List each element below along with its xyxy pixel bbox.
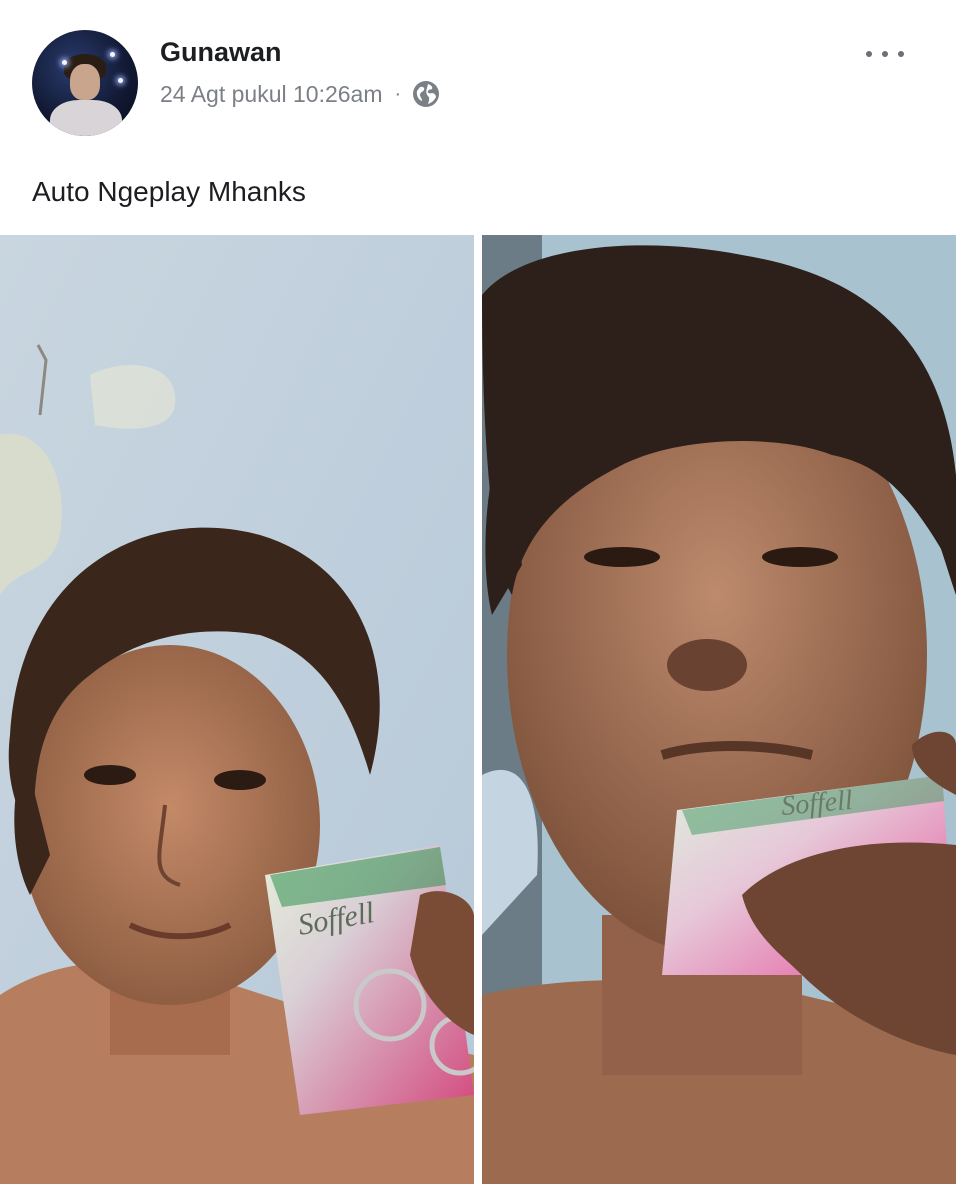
more-options-button[interactable] <box>862 42 908 66</box>
post-meta: 24 Agt pukul 10:26am · <box>160 80 441 108</box>
facebook-post: Gunawan 24 Agt pukul 10:26am · Auto Ngep… <box>0 0 956 1188</box>
avatar-body <box>50 100 122 136</box>
avatar-light <box>110 52 115 57</box>
post-caption: Auto Ngeplay Mhanks <box>32 176 306 207</box>
photo-left-image: Soffell <box>0 235 474 1184</box>
meta-separator: · <box>394 82 402 105</box>
avatar-face <box>70 64 100 100</box>
more-dot <box>866 51 872 57</box>
author-avatar[interactable] <box>32 30 138 136</box>
post-photo-right[interactable]: Soffell <box>482 235 956 1184</box>
more-dot <box>882 51 888 57</box>
avatar-light <box>118 78 123 83</box>
avatar-light <box>62 60 67 65</box>
author-name[interactable]: Gunawan <box>160 37 282 68</box>
more-dot <box>898 51 904 57</box>
package-label-right: Soffell <box>780 785 854 822</box>
photo-right-image: Soffell <box>482 235 956 1184</box>
post-timestamp[interactable]: 24 Agt pukul 10:26am <box>160 81 383 108</box>
globe-icon[interactable] <box>411 79 441 109</box>
post-photo-left[interactable]: Soffell <box>0 235 474 1184</box>
